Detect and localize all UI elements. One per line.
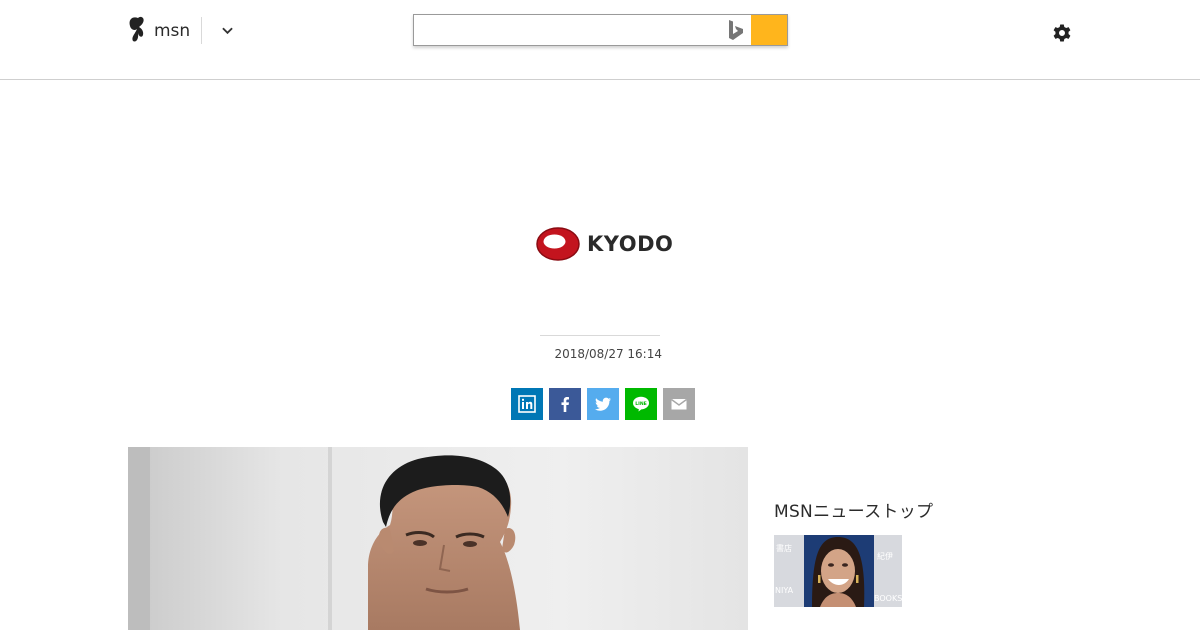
logo-divider bbox=[201, 17, 202, 44]
thumbnail-text-right-top: 紀伊 bbox=[877, 551, 893, 561]
thumbnail-photo: 書店 NIYA 紀伊 BOOKS K bbox=[774, 535, 902, 607]
share-linkedin-button[interactable] bbox=[511, 388, 543, 420]
provider-logo[interactable]: KYODO bbox=[536, 226, 673, 262]
article-hero-image[interactable] bbox=[128, 447, 748, 630]
meta-divider bbox=[540, 335, 660, 336]
share-facebook-button[interactable] bbox=[549, 388, 581, 420]
thumbnail-text-right-bottom: BOOKS K bbox=[874, 594, 902, 603]
bing-logo-icon bbox=[726, 19, 746, 41]
mail-icon bbox=[671, 398, 687, 410]
settings-gear-icon[interactable] bbox=[1050, 21, 1074, 45]
line-icon: LINE bbox=[633, 396, 649, 412]
linkedin-icon bbox=[518, 395, 536, 413]
svg-text:LINE: LINE bbox=[635, 401, 647, 407]
article-timestamp: 2018/08/27 16:14 bbox=[554, 347, 662, 361]
sidebar-heading: MSNニューストップ bbox=[774, 502, 934, 522]
facebook-icon bbox=[561, 397, 569, 412]
search-box bbox=[413, 14, 788, 46]
thumbnail-text-left-bottom: NIYA bbox=[775, 586, 794, 595]
sidebar-news-thumbnail[interactable]: 書店 NIYA 紀伊 BOOKS K bbox=[774, 535, 902, 607]
hero-photo bbox=[128, 447, 748, 630]
menu-dropdown-button[interactable] bbox=[218, 22, 236, 40]
share-bar: LINE bbox=[511, 388, 695, 420]
msn-butterfly-icon bbox=[127, 15, 149, 47]
share-twitter-button[interactable] bbox=[587, 388, 619, 420]
kyodo-logo-icon bbox=[536, 227, 580, 261]
provider-name: KYODO bbox=[587, 232, 674, 256]
msn-logo-text: msn bbox=[154, 21, 191, 41]
chevron-down-icon bbox=[221, 27, 233, 35]
msn-logo-link[interactable]: msn bbox=[127, 16, 190, 46]
twitter-icon bbox=[595, 397, 611, 411]
search-input[interactable] bbox=[414, 15, 720, 45]
search-button[interactable] bbox=[751, 15, 787, 45]
top-bar: msn bbox=[0, 0, 1200, 80]
share-line-button[interactable]: LINE bbox=[625, 388, 657, 420]
thumbnail-text-left-top: 書店 bbox=[776, 543, 792, 553]
share-email-button[interactable] bbox=[663, 388, 695, 420]
